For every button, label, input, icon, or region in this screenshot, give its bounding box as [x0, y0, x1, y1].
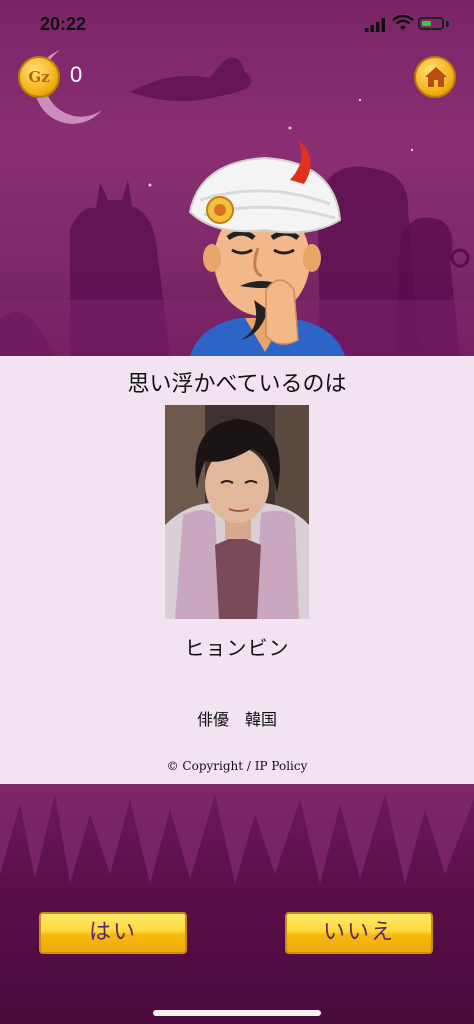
- signal-icon: [365, 18, 385, 32]
- status-bar: 20:22: [0, 0, 474, 50]
- result-question: 思い浮かべているのは: [127, 372, 347, 397]
- grass-silhouette: [0, 784, 474, 884]
- home-indicator[interactable]: [153, 1010, 321, 1016]
- character-name: ヒョンビン: [184, 636, 290, 660]
- home-icon: [425, 67, 447, 87]
- coin-icon[interactable]: Gz: [18, 56, 60, 98]
- character-description: 俳優 韓国: [196, 710, 277, 729]
- copyright-link[interactable]: © Copyright / IP Policy: [0, 759, 474, 773]
- wifi-icon: [392, 15, 414, 30]
- status-time: 20:22: [40, 14, 87, 34]
- no-button[interactable]: いいえ: [285, 912, 433, 954]
- score-counter: 0: [70, 62, 83, 87]
- character-photo: [165, 405, 309, 619]
- home-button[interactable]: [414, 56, 456, 98]
- genie-character: [188, 140, 345, 356]
- bottom-background: [0, 784, 474, 1024]
- yes-button[interactable]: はい: [39, 912, 187, 954]
- battery-cap: [446, 21, 449, 27]
- coin-label: Gz: [28, 68, 50, 86]
- battery-icon: [418, 17, 444, 30]
